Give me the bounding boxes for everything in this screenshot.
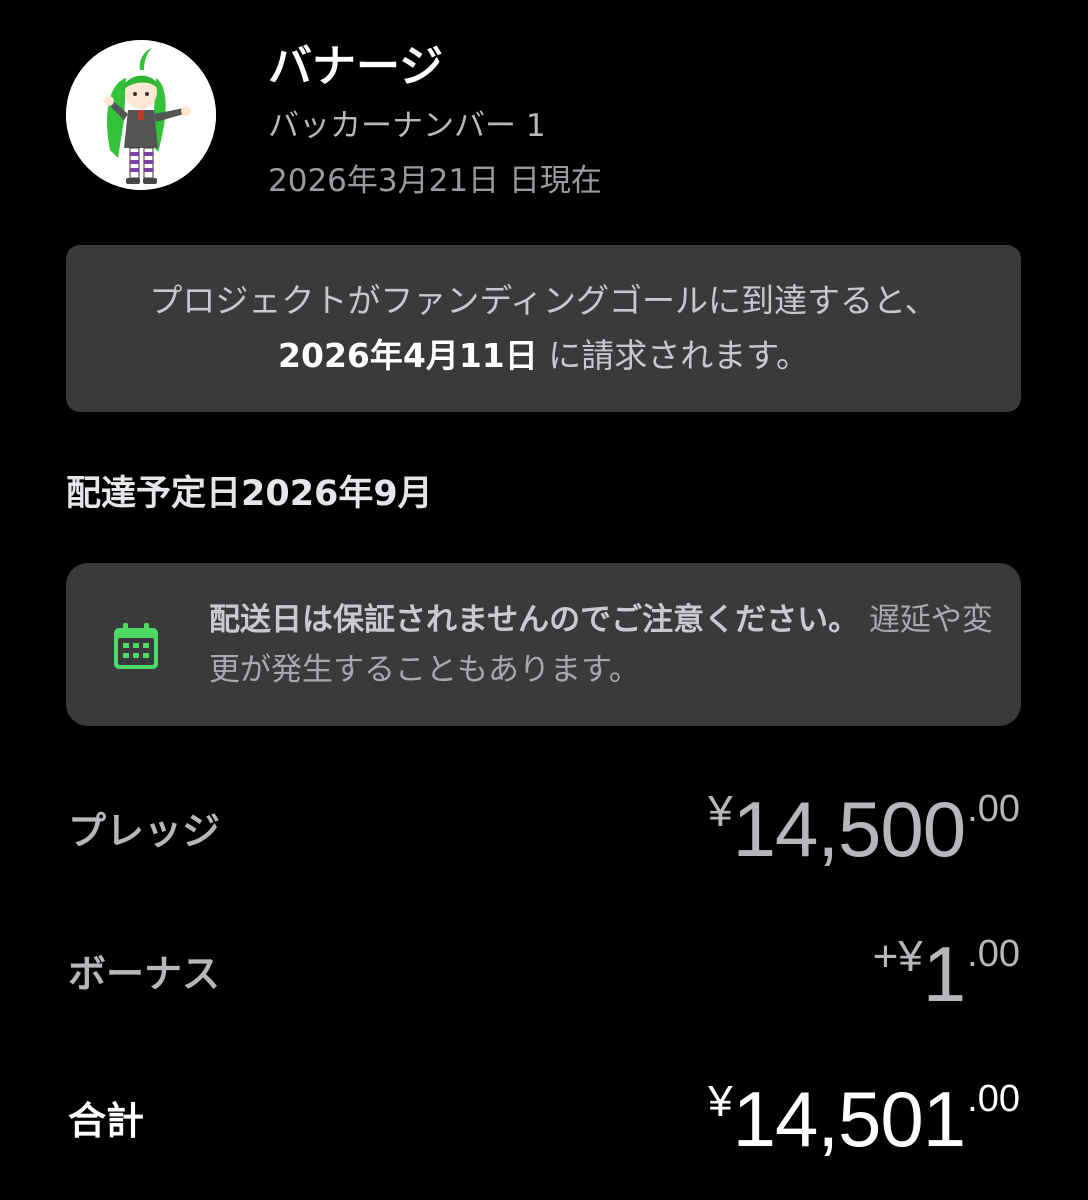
pledge-amount: ¥14,500.00	[708, 787, 1020, 869]
charge-notice-text: プロジェクトがファンディングゴールに到達すると、	[149, 281, 938, 320]
total-amount-main: 14,501	[732, 1075, 967, 1163]
delivery-warning: 配送日は保証されませんのでご注意ください。 遅延や変更が発生することもあります。	[66, 563, 1021, 726]
charge-notice: プロジェクトがファンディングゴールに到達すると、 2026年4月11日 に請求され…	[66, 245, 1021, 412]
total-currency: ¥	[708, 1077, 733, 1126]
pledge-amount-cents: .00	[967, 788, 1020, 830]
bonus-amount-main: 1	[922, 930, 966, 1018]
bonus-label: ボーナス	[68, 952, 221, 996]
reward-title: バナージ	[268, 41, 444, 92]
bonus-currency: +¥	[872, 932, 923, 981]
pledge-summary-screen: バナージ バッカーナンバー 1 2026年3月21日 日現在 プロジェクトがファ…	[0, 0, 1088, 1200]
delivery-warning-bold: 配送日は保証されませんのでご注意ください。	[209, 602, 860, 638]
as-of-date: 2026年3月21日 日現在	[268, 163, 602, 199]
calendar-icon	[114, 623, 158, 669]
pledge-currency: ¥	[708, 787, 733, 836]
charge-notice-text-end: に請求されます。	[537, 336, 809, 375]
avatar	[66, 40, 216, 190]
pledge-label: プレッジ	[68, 809, 221, 853]
character-avatar-icon	[66, 40, 216, 190]
total-amount: ¥14,501.00	[708, 1077, 1020, 1159]
pledge-amount-main: 14,500	[732, 785, 967, 873]
bonus-amount: +¥1.00	[872, 932, 1020, 1014]
total-label: 合計	[68, 1099, 145, 1143]
estimated-delivery: 配達予定日2026年9月	[66, 474, 433, 514]
bonus-amount-cents: .00	[967, 933, 1020, 975]
delivery-warning-text: 配送日は保証されませんのでご注意ください。 遅延や変更が発生することもあります。	[209, 595, 999, 695]
charge-date: 2026年4月11日	[278, 336, 538, 375]
total-amount-cents: .00	[967, 1078, 1020, 1120]
backer-number: バッカーナンバー 1	[268, 108, 546, 144]
